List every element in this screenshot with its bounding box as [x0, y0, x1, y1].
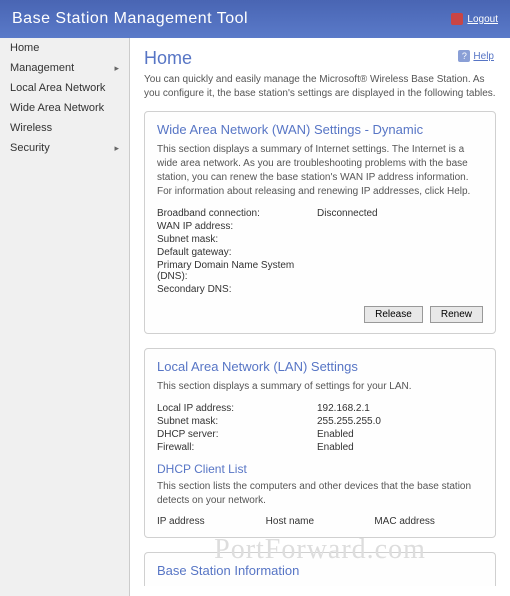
sidebar-item-wan[interactable]: Wide Area Network [0, 98, 129, 118]
page-title: Home [144, 48, 496, 69]
kv-label: Secondary DNS: [157, 284, 317, 295]
kv-row: Firewall:Enabled [157, 441, 483, 454]
bsi-title: Base Station Information [157, 563, 483, 578]
kv-row: DHCP server:Enabled [157, 428, 483, 441]
wan-desc: This section displays a summary of Inter… [157, 143, 483, 199]
kv-value [317, 284, 483, 295]
bsi-card: Base Station Information [144, 552, 496, 586]
app-title: Base Station Management Tool [12, 10, 248, 28]
kv-label: Broadband connection: [157, 208, 317, 219]
page-intro: You can quickly and easily manage the Mi… [144, 73, 496, 101]
renew-button[interactable]: Renew [430, 306, 483, 323]
dhcp-table-head: IP address Host name MAC address [157, 516, 483, 527]
kv-value [317, 221, 483, 232]
sidebar-item-lan[interactable]: Local Area Network [0, 78, 129, 98]
kv-label: DHCP server: [157, 429, 317, 440]
col-mac: MAC address [374, 516, 483, 527]
kv-label: Subnet mask: [157, 234, 317, 245]
kv-row: Secondary DNS: [157, 283, 483, 296]
logout-link[interactable]: Logout [451, 13, 498, 25]
help-link[interactable]: Help [458, 50, 494, 62]
chevron-right-icon: ▸ [114, 143, 119, 154]
wan-title: Wide Area Network (WAN) Settings - Dynam… [157, 122, 483, 137]
kv-label: Default gateway: [157, 247, 317, 258]
chevron-right-icon: ▸ [114, 63, 119, 74]
sidebar-item-management[interactable]: Management▸ [0, 58, 129, 78]
kv-row: Local IP address:192.168.2.1 [157, 402, 483, 415]
kv-value: Disconnected [317, 208, 483, 219]
kv-row: WAN IP address: [157, 220, 483, 233]
kv-row: Default gateway: [157, 246, 483, 259]
kv-value: 255.255.255.0 [317, 416, 483, 427]
dhcp-title: DHCP Client List [157, 462, 483, 476]
kv-row: Subnet mask:255.255.255.0 [157, 415, 483, 428]
kv-value [317, 234, 483, 245]
wan-card: Wide Area Network (WAN) Settings - Dynam… [144, 111, 496, 334]
lan-desc: This section displays a summary of setti… [157, 380, 483, 394]
main-content: Help Home You can quickly and easily man… [130, 38, 510, 596]
logout-icon [451, 13, 463, 25]
release-button[interactable]: Release [364, 306, 423, 323]
kv-label: Local IP address: [157, 403, 317, 414]
kv-row: Primary Domain Name System (DNS): [157, 259, 483, 283]
sidebar-item-wireless[interactable]: Wireless [0, 118, 129, 138]
logout-label: Logout [467, 14, 498, 25]
lan-title: Local Area Network (LAN) Settings [157, 359, 483, 374]
kv-label: Primary Domain Name System (DNS): [157, 260, 317, 282]
kv-value: Enabled [317, 442, 483, 453]
sidebar-item-home[interactable]: Home [0, 38, 129, 58]
col-host: Host name [266, 516, 375, 527]
kv-label: WAN IP address: [157, 221, 317, 232]
col-ip: IP address [157, 516, 266, 527]
kv-row: Subnet mask: [157, 233, 483, 246]
lan-rows: Local IP address:192.168.2.1Subnet mask:… [157, 402, 483, 454]
lan-card: Local Area Network (LAN) Settings This s… [144, 348, 496, 538]
kv-label: Firewall: [157, 442, 317, 453]
sidebar-item-security[interactable]: Security▸ [0, 138, 129, 158]
wan-rows: Broadband connection:DisconnectedWAN IP … [157, 207, 483, 296]
kv-value [317, 260, 483, 282]
kv-value: Enabled [317, 429, 483, 440]
header-bar: Base Station Management Tool Logout [0, 0, 510, 38]
sidebar: Home Management▸ Local Area Network Wide… [0, 38, 130, 596]
kv-label: Subnet mask: [157, 416, 317, 427]
kv-value [317, 247, 483, 258]
kv-row: Broadband connection:Disconnected [157, 207, 483, 220]
kv-value: 192.168.2.1 [317, 403, 483, 414]
